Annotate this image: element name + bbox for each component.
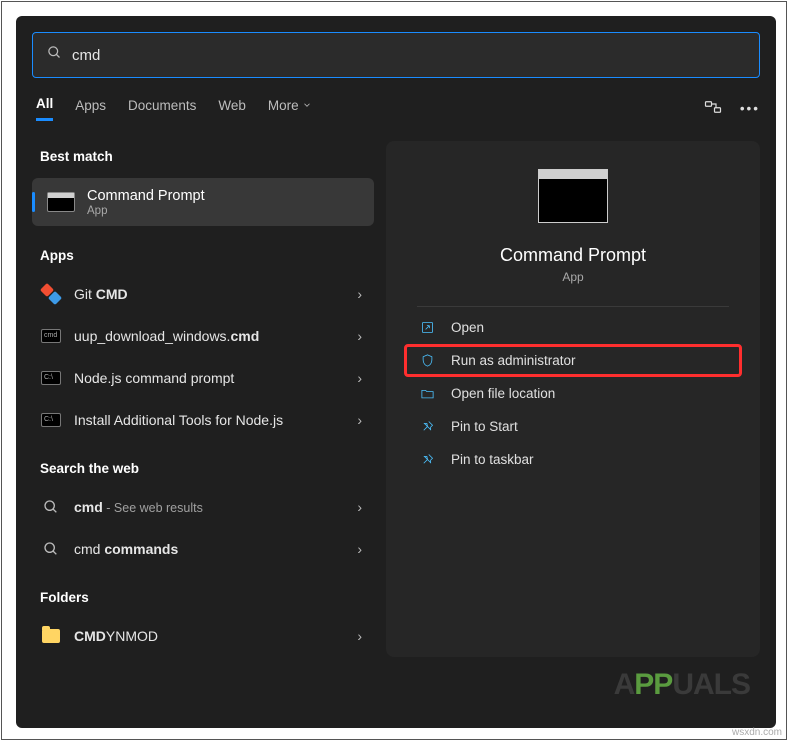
web-label-bold: cmd	[74, 499, 103, 515]
action-run-admin[interactable]: Run as administrator	[404, 344, 742, 377]
chevron-right-icon: ›	[357, 541, 362, 557]
web-item-cmd[interactable]: cmd - See web results ›	[32, 486, 374, 528]
cmd-app-icon-large	[538, 169, 608, 223]
search-input[interactable]	[72, 47, 745, 64]
app-label-plain: command prompt	[125, 370, 234, 386]
action-open-location[interactable]: Open file location	[404, 377, 742, 410]
filter-tabs: All Apps Documents Web More •••	[32, 96, 760, 121]
web-label: cmd	[74, 541, 104, 557]
chevron-right-icon: ›	[357, 370, 362, 386]
details-pane: Command Prompt App Open Run as administr…	[386, 141, 760, 657]
details-subtitle: App	[562, 270, 583, 284]
action-open[interactable]: Open	[404, 311, 742, 344]
cmd-app-icon	[47, 192, 75, 212]
search-input-container[interactable]	[32, 32, 760, 78]
tab-more-label: More	[268, 98, 299, 113]
folders-head: Folders	[32, 582, 374, 615]
action-pin-taskbar[interactable]: Pin to taskbar	[404, 443, 742, 476]
divider	[417, 306, 729, 307]
cmdfile-icon: C:\	[40, 409, 62, 431]
folder-item[interactable]: CMDYNMOD ›	[32, 615, 374, 657]
watermark-rest: UALS	[672, 668, 750, 701]
search-icon	[40, 538, 62, 560]
app-item-install-tools[interactable]: C:\ Install Additional Tools for Node.js…	[32, 399, 374, 441]
action-label: Open	[451, 320, 484, 335]
cmdfile-icon: cmd	[40, 325, 62, 347]
app-item-node[interactable]: C:\ Node.js command prompt ›	[32, 357, 374, 399]
chevron-right-icon: ›	[357, 286, 362, 302]
chevron-right-icon: ›	[357, 412, 362, 428]
source-url: wsxdn.com	[732, 727, 782, 738]
flow-icon[interactable]	[704, 98, 722, 119]
gitcmd-icon	[40, 283, 62, 305]
best-match-head: Best match	[32, 141, 374, 174]
tab-more[interactable]: More	[268, 98, 312, 120]
best-match-item[interactable]: Command Prompt App	[32, 178, 374, 226]
tab-apps[interactable]: Apps	[75, 98, 106, 120]
app-label: Node.js	[74, 370, 125, 386]
action-label: Open file location	[451, 386, 555, 401]
more-icon[interactable]: •••	[740, 101, 760, 116]
tab-all[interactable]: All	[36, 96, 53, 121]
search-icon	[40, 496, 62, 518]
selection-accent	[32, 192, 35, 212]
search-icon	[47, 45, 62, 65]
web-head: Search the web	[32, 453, 374, 486]
watermark-accent: PP	[634, 668, 672, 701]
chevron-right-icon: ›	[357, 499, 362, 515]
chevron-right-icon: ›	[357, 328, 362, 344]
tab-documents[interactable]: Documents	[128, 98, 196, 120]
apps-head: Apps	[32, 240, 374, 273]
results-left: Best match Command Prompt App Apps Git C…	[32, 141, 374, 657]
best-match-subtitle: App	[87, 205, 205, 217]
watermark: APPUALS	[614, 668, 750, 702]
chevron-right-icon: ›	[357, 628, 362, 644]
watermark-a: A	[614, 668, 635, 701]
web-label-suffix: - See web results	[103, 501, 203, 515]
app-item-uup[interactable]: cmd uup_download_windows.cmd ›	[32, 315, 374, 357]
action-pin-start[interactable]: Pin to Start	[404, 410, 742, 443]
app-label: Git	[74, 286, 96, 302]
details-title: Command Prompt	[500, 245, 646, 266]
cmdfile-icon: C:\	[40, 367, 62, 389]
action-label: Run as administrator	[451, 353, 576, 368]
action-label: Pin to Start	[451, 419, 518, 434]
app-label: uup_download_windows.	[74, 328, 230, 344]
tab-web[interactable]: Web	[218, 98, 246, 120]
best-match-title: Command Prompt	[87, 187, 205, 205]
folder-label-bold: CMD	[74, 628, 106, 644]
action-label: Pin to taskbar	[451, 452, 534, 467]
search-panel: All Apps Documents Web More ••• Best mat…	[16, 16, 776, 728]
app-label: Install Additional Tools for Node.js	[74, 412, 283, 428]
app-label-bold: cmd	[230, 328, 259, 344]
app-label-bold: CMD	[96, 286, 128, 302]
folder-label: YNMOD	[106, 628, 158, 644]
app-item-gitcmd[interactable]: Git CMD ›	[32, 273, 374, 315]
web-item-commands[interactable]: cmd commands ›	[32, 528, 374, 570]
web-label-bold: commands	[104, 541, 178, 557]
folder-icon	[40, 625, 62, 647]
